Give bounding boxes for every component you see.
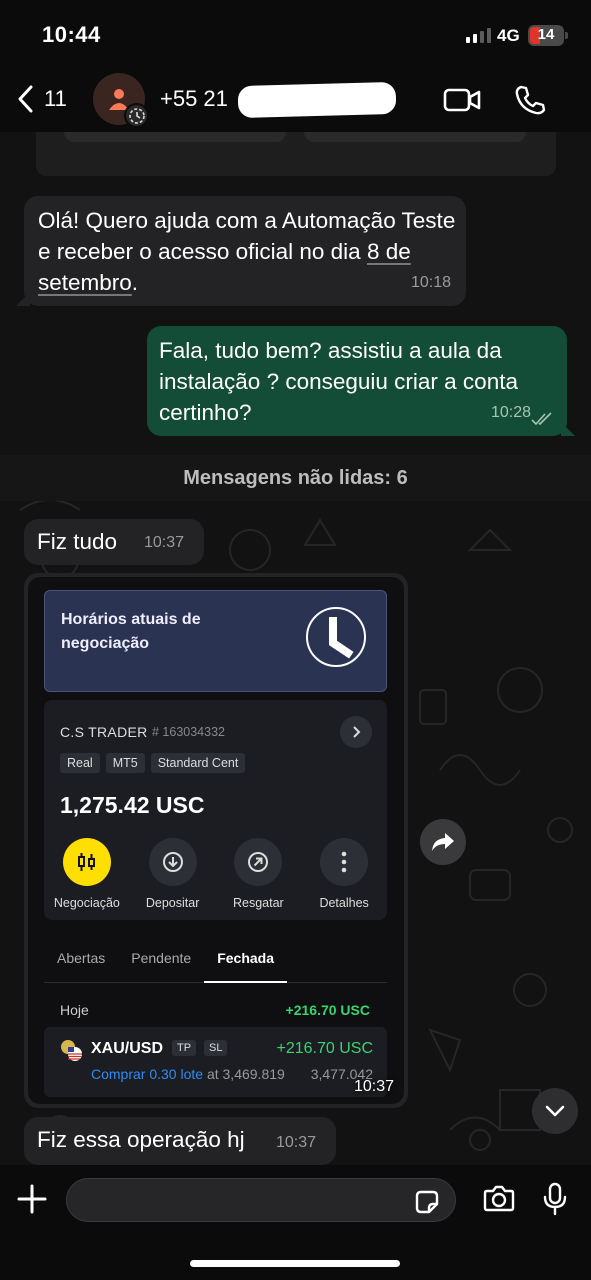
account-chip: Real [60, 753, 100, 773]
message-text: Olá! Quero ajuda com a Automação Teste e… [38, 208, 456, 295]
tab-open: Abertas [57, 950, 106, 966]
message-time: 10:37 [353, 1078, 394, 1095]
redaction-mark [237, 81, 397, 119]
trade-action: Comprar 0.30 lote [91, 1066, 204, 1082]
incoming-message[interactable]: Fiz essa operação hj 10:37 [24, 1117, 336, 1165]
signal-icon [466, 28, 491, 43]
microphone-button[interactable] [543, 1182, 567, 1221]
unread-label: Mensagens não lidas: 6 [183, 466, 408, 489]
battery-icon: 14 [528, 25, 568, 46]
account-number: # 163034332 [152, 725, 225, 739]
video-call-icon[interactable] [443, 86, 481, 119]
trading-app-screenshot[interactable]: Horários atuais de negociação C.S TRADER… [28, 577, 404, 1104]
outgoing-message[interactable]: Fala, tudo bem? assistiu a aula da insta… [147, 326, 575, 436]
message-time: 10:37 [276, 1134, 317, 1151]
tab-pending: Pendente [131, 950, 192, 966]
day-summary: Hoje +216.70 USC [60, 1002, 370, 1018]
chat-header: 11 +55 21 [0, 70, 591, 132]
action-deposit: Depositar [130, 838, 216, 910]
status-time: 10:44 [42, 22, 101, 47]
action-label: Detalhes [319, 896, 369, 910]
tab-closed: Fechada [204, 937, 288, 983]
message-time: 10:28 [490, 404, 531, 421]
tp-tag: TP [172, 1040, 197, 1056]
read-ticks-icon [531, 412, 552, 426]
clock-icon [306, 607, 366, 667]
forward-button[interactable] [420, 819, 466, 865]
account-card: C.S TRADER # 163034332 Real MT5 Standard… [44, 700, 387, 920]
action-label: Depositar [145, 896, 200, 910]
phone-call-icon[interactable] [514, 84, 546, 121]
camera-icon [483, 1185, 515, 1212]
incoming-message[interactable]: Olá! Quero ajuda com a Automação Teste e… [16, 196, 466, 306]
action-details: Detalhes [301, 838, 387, 910]
back-button[interactable]: 11 [16, 84, 67, 114]
chevron-down-icon [545, 1105, 565, 1117]
day-label: Hoje [60, 1002, 89, 1018]
sl-tag: SL [204, 1040, 228, 1056]
account-chip: Standard Cent [150, 753, 246, 773]
orders-tabs: Abertas Pendente Fechada [44, 937, 387, 983]
camera-button[interactable] [482, 1185, 516, 1218]
action-label: Negociação [53, 896, 120, 910]
trade-symbol: XAU/USD [91, 1040, 164, 1057]
forward-arrow-icon [432, 833, 454, 851]
composer-bar [0, 1165, 591, 1280]
action-withdraw: Resgatar [216, 838, 302, 910]
trade-row: XAU/USD TP SL +216.70 USC Comprar 0.30 l… [44, 1027, 387, 1097]
unread-chats-count: 11 [44, 86, 67, 111]
trade-open-price: at 3,469.819 [203, 1066, 285, 1082]
attach-plus-button[interactable] [16, 1183, 48, 1220]
account-balance: 1,275.42 USC [60, 792, 205, 818]
day-profit: +216.70 USC [285, 1002, 370, 1018]
image-message[interactable]: Horários atuais de negociação C.S TRADER… [24, 573, 408, 1108]
account-chip: MT5 [105, 753, 145, 773]
unread-divider: Mensagens não lidas: 6 [0, 455, 591, 501]
network-label: 4G [497, 26, 520, 45]
deposit-icon [148, 838, 197, 886]
plus-icon [17, 1184, 47, 1214]
scroll-to-bottom-button[interactable] [532, 1088, 578, 1134]
account-chips: Real MT5 Standard Cent [60, 753, 246, 773]
banner-title: Horários atuais de negociação [61, 611, 201, 652]
chevron-right-icon [340, 716, 372, 748]
gold-usd-flag-icon [61, 1040, 82, 1061]
home-indicator [190, 1260, 400, 1267]
account-actions: Negociação Depositar Resgatar Detalhes [44, 838, 387, 910]
message-time: 10:37 [144, 534, 185, 551]
chevron-left-icon [18, 85, 33, 113]
account-name: C.S TRADER [60, 724, 148, 740]
message-time: 10:18 [410, 274, 451, 291]
previous-message-card [36, 132, 556, 176]
battery-level: 14 [537, 26, 555, 43]
status-ring-icon [124, 103, 149, 128]
action-label: Resgatar [233, 896, 284, 910]
withdraw-icon [234, 838, 283, 886]
microphone-icon [543, 1182, 567, 1216]
incoming-message[interactable]: Fiz tudo 10:37 [24, 519, 204, 565]
candlestick-icon [62, 838, 111, 886]
status-bar: 10:44 4G 14 [0, 0, 591, 70]
message-input[interactable] [66, 1178, 456, 1222]
contact-name[interactable]: +55 21 [160, 86, 228, 112]
trading-hours-banner: Horários atuais de negociação [44, 590, 387, 692]
action-trade: Negociação [44, 838, 130, 910]
sticker-icon [415, 1190, 439, 1214]
more-vertical-icon [320, 838, 369, 886]
sticker-button[interactable] [413, 1188, 441, 1221]
trade-detail: Comprar 0.30 lote at 3,469.819 [91, 1066, 285, 1082]
trade-profit: +216.70 USC [276, 1040, 373, 1057]
